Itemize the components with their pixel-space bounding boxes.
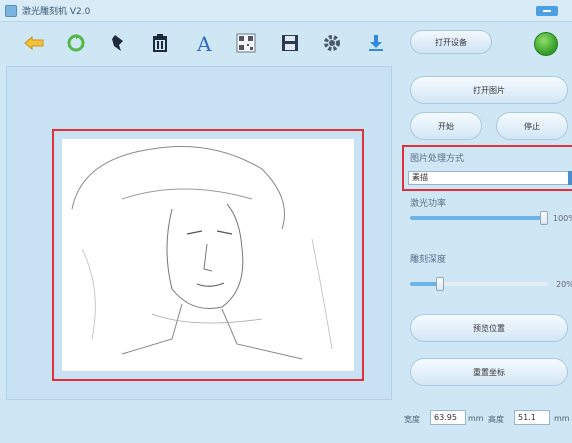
minimize-button[interactable] <box>536 6 558 16</box>
select-arrow-icon[interactable] <box>568 171 572 185</box>
text-icon[interactable]: A <box>190 30 218 56</box>
window-title: 激光雕刻机 V2.0 <box>22 7 91 17</box>
burn-depth-fill <box>410 282 438 286</box>
stop-button[interactable]: 停止 <box>496 112 568 140</box>
app-icon <box>5 5 17 17</box>
laser-power-fill <box>410 216 544 220</box>
method-label: 图片处理方式 <box>410 154 465 164</box>
method-select[interactable]: 素描 <box>408 171 570 185</box>
qr-icon[interactable] <box>232 30 260 56</box>
open-device-button[interactable]: 打开设备 <box>410 30 492 54</box>
reset-coords-button[interactable]: 重置坐标 <box>410 358 568 386</box>
sketch-image <box>62 139 354 371</box>
height-label: 高度 <box>488 415 504 424</box>
laser-power-label: 激光功率 <box>410 199 447 209</box>
pen-icon[interactable] <box>104 30 132 56</box>
laser-power-value: 100% <box>553 214 572 223</box>
burn-depth-value: 20% <box>556 280 572 289</box>
start-button[interactable]: 开始 <box>410 112 482 140</box>
burn-depth-thumb[interactable] <box>436 277 444 291</box>
save-icon[interactable] <box>276 30 304 56</box>
preview-position-button[interactable]: 预览位置 <box>410 314 568 342</box>
height-unit: mm <box>554 414 570 423</box>
delete-icon[interactable] <box>146 30 174 56</box>
status-indicator-icon <box>534 32 558 56</box>
open-image-button[interactable]: 打开图片 <box>410 76 568 104</box>
height-input[interactable]: 51.1 <box>514 410 550 425</box>
width-unit: mm <box>468 414 484 423</box>
back-icon[interactable] <box>20 30 48 56</box>
title-bar: 激光雕刻机 V2.0 <box>0 0 572 22</box>
toolbar: A <box>0 22 400 64</box>
download-icon[interactable] <box>362 30 390 56</box>
laser-power-thumb[interactable] <box>540 211 548 225</box>
refresh-icon[interactable] <box>62 30 90 56</box>
app-window: 激光雕刻机 V2.0 A 打开设备 打开图片 开始 停止 图片处理方式 素描 激… <box>0 0 572 443</box>
gear-icon[interactable] <box>318 30 346 56</box>
width-label: 宽度 <box>404 415 420 424</box>
burn-depth-label: 雕刻深度 <box>410 255 447 265</box>
svg-text:A: A <box>196 32 212 54</box>
width-input[interactable]: 63.95 <box>430 410 466 425</box>
